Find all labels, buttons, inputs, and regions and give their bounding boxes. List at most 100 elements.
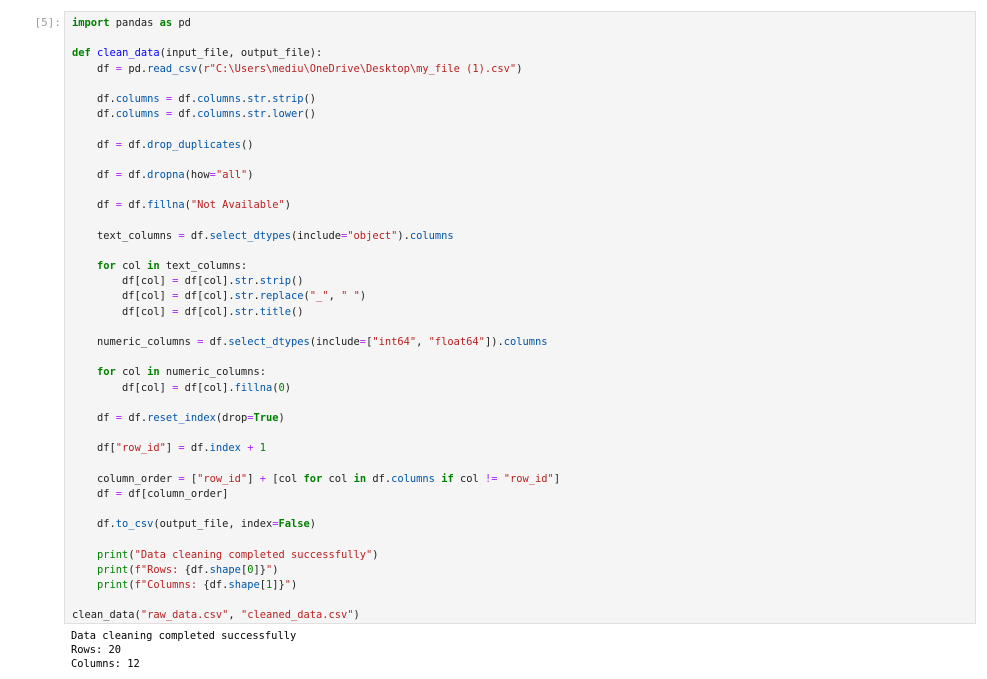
code-token: "all" [215, 168, 248, 181]
code-token: [ [184, 472, 198, 485]
code-token: df. [184, 442, 210, 455]
code-token: ) [353, 609, 360, 622]
execution-count-prompt: [5]: [34, 16, 62, 29]
code-token: 1 [259, 442, 266, 455]
code-token: replace [259, 290, 304, 303]
code-token: True [253, 411, 279, 424]
code-line: df = df.reset_index(drop=True) [72, 411, 560, 426]
code-token: to_csv [115, 518, 154, 531]
code-token: fillna [147, 199, 185, 212]
code-token: df [72, 411, 116, 424]
code-line: df.to_csv(output_file, index=False) [72, 517, 560, 532]
code-token: () [303, 92, 317, 105]
code-line: column_order = ["row_id"] + [col for col… [72, 472, 560, 487]
code-token: drop_duplicates [147, 138, 241, 151]
code-line: for col in numeric_columns: [72, 365, 560, 380]
code-token: str [234, 275, 254, 288]
code-token: df. [203, 335, 229, 348]
code-line: df = df.drop_duplicates() [72, 138, 560, 153]
code-token: "row_id" [115, 442, 166, 455]
code-token: clean_data( [72, 609, 141, 622]
code-token: "raw_data.csv" [140, 609, 229, 622]
code-token: df[col]. [178, 381, 235, 394]
code-token: reset_index [147, 411, 216, 424]
code-token: " " [341, 290, 360, 303]
code-token: (how [184, 168, 210, 181]
code-token: df. [72, 108, 116, 121]
code-token: df. [172, 108, 198, 121]
code-line: df.columns = df.columns.str.strip() [72, 92, 560, 107]
code-token: (input_file, output_file): [159, 47, 323, 60]
code-token: def [72, 47, 91, 60]
code-editor[interactable]: import pandas as pd def clean_data(input… [72, 16, 560, 623]
code-token: dropna [147, 168, 185, 181]
code-line: df = df[column_order] [72, 487, 560, 502]
code-token: r"C:\Users\mediu\OneDrive\Desktop\my_fil… [203, 62, 517, 75]
code-token: pandas [109, 17, 160, 29]
code-token: df[col] [72, 381, 173, 394]
code-token: select_dtypes [228, 335, 310, 348]
code-token: print [97, 563, 129, 576]
code-token: read_csv [147, 62, 198, 75]
code-token: ) [284, 199, 292, 212]
code-line: df[col] = df[col].str.strip() [72, 274, 560, 289]
output-line: Data cleaning completed successfully [71, 630, 297, 642]
code-token: columns [503, 335, 548, 348]
code-token: df [72, 487, 116, 500]
code-token: df[col]. [178, 275, 235, 288]
code-token: columns [115, 92, 160, 105]
code-token: print [97, 548, 129, 561]
output-line: Rows: 20 [71, 644, 122, 656]
code-token: df. [366, 472, 392, 485]
code-token: df. [72, 92, 116, 105]
code-line: import pandas as pd [72, 16, 560, 31]
code-line: df[col] = df[col].str.title() [72, 305, 560, 320]
code-token: (include [309, 335, 360, 348]
code-line: df[col] = df[col].fillna(0) [72, 381, 560, 396]
code-token: (output_file, index [153, 518, 273, 531]
code-token: pd. [122, 62, 148, 75]
code-token: () [291, 275, 304, 288]
code-token: ] [553, 472, 561, 485]
code-token: df[col] [72, 275, 173, 288]
code-line: for col in text_columns: [72, 259, 560, 274]
code-cell-input[interactable]: import pandas as pd def clean_data(input… [64, 11, 976, 624]
code-token: import [72, 17, 110, 29]
code-line: clean_data("raw_data.csv", "cleaned_data… [72, 608, 560, 623]
code-line: def clean_data(input_file, output_file): [72, 46, 560, 61]
output-line: Columns: 12 [71, 658, 140, 670]
code-token: in [147, 366, 160, 379]
code-line: print(f"Rows: {df.shape[0]}") [72, 563, 560, 578]
code-token: ) [284, 381, 292, 394]
code-token: "row_id" [503, 472, 554, 485]
code-token: title [259, 305, 291, 318]
code-token: df[col] [72, 305, 173, 318]
code-token: ] [165, 442, 179, 455]
code-token: for [303, 472, 323, 485]
code-token: fillna [234, 381, 273, 394]
code-token: column_order [72, 472, 179, 485]
code-line: df = pd.read_csv(r"C:\Users\mediu\OneDri… [72, 62, 560, 77]
code-token: pd [172, 17, 191, 29]
code-token: "Data cleaning completed successfully" [134, 548, 373, 561]
code-token: ) [309, 518, 317, 531]
code-line: print(f"Columns: {df.shape[1]}") [72, 578, 560, 593]
code-token: ]} [272, 578, 285, 591]
code-token: text_columns: [159, 260, 248, 272]
code-token: False [278, 518, 310, 531]
code-token: df[col]. [178, 290, 235, 303]
code-token: select_dtypes [209, 229, 291, 242]
cell-output: Data cleaning completed successfully Rows… [71, 629, 296, 671]
code-token: df. [122, 168, 148, 181]
code-token: df[col] [72, 290, 173, 303]
